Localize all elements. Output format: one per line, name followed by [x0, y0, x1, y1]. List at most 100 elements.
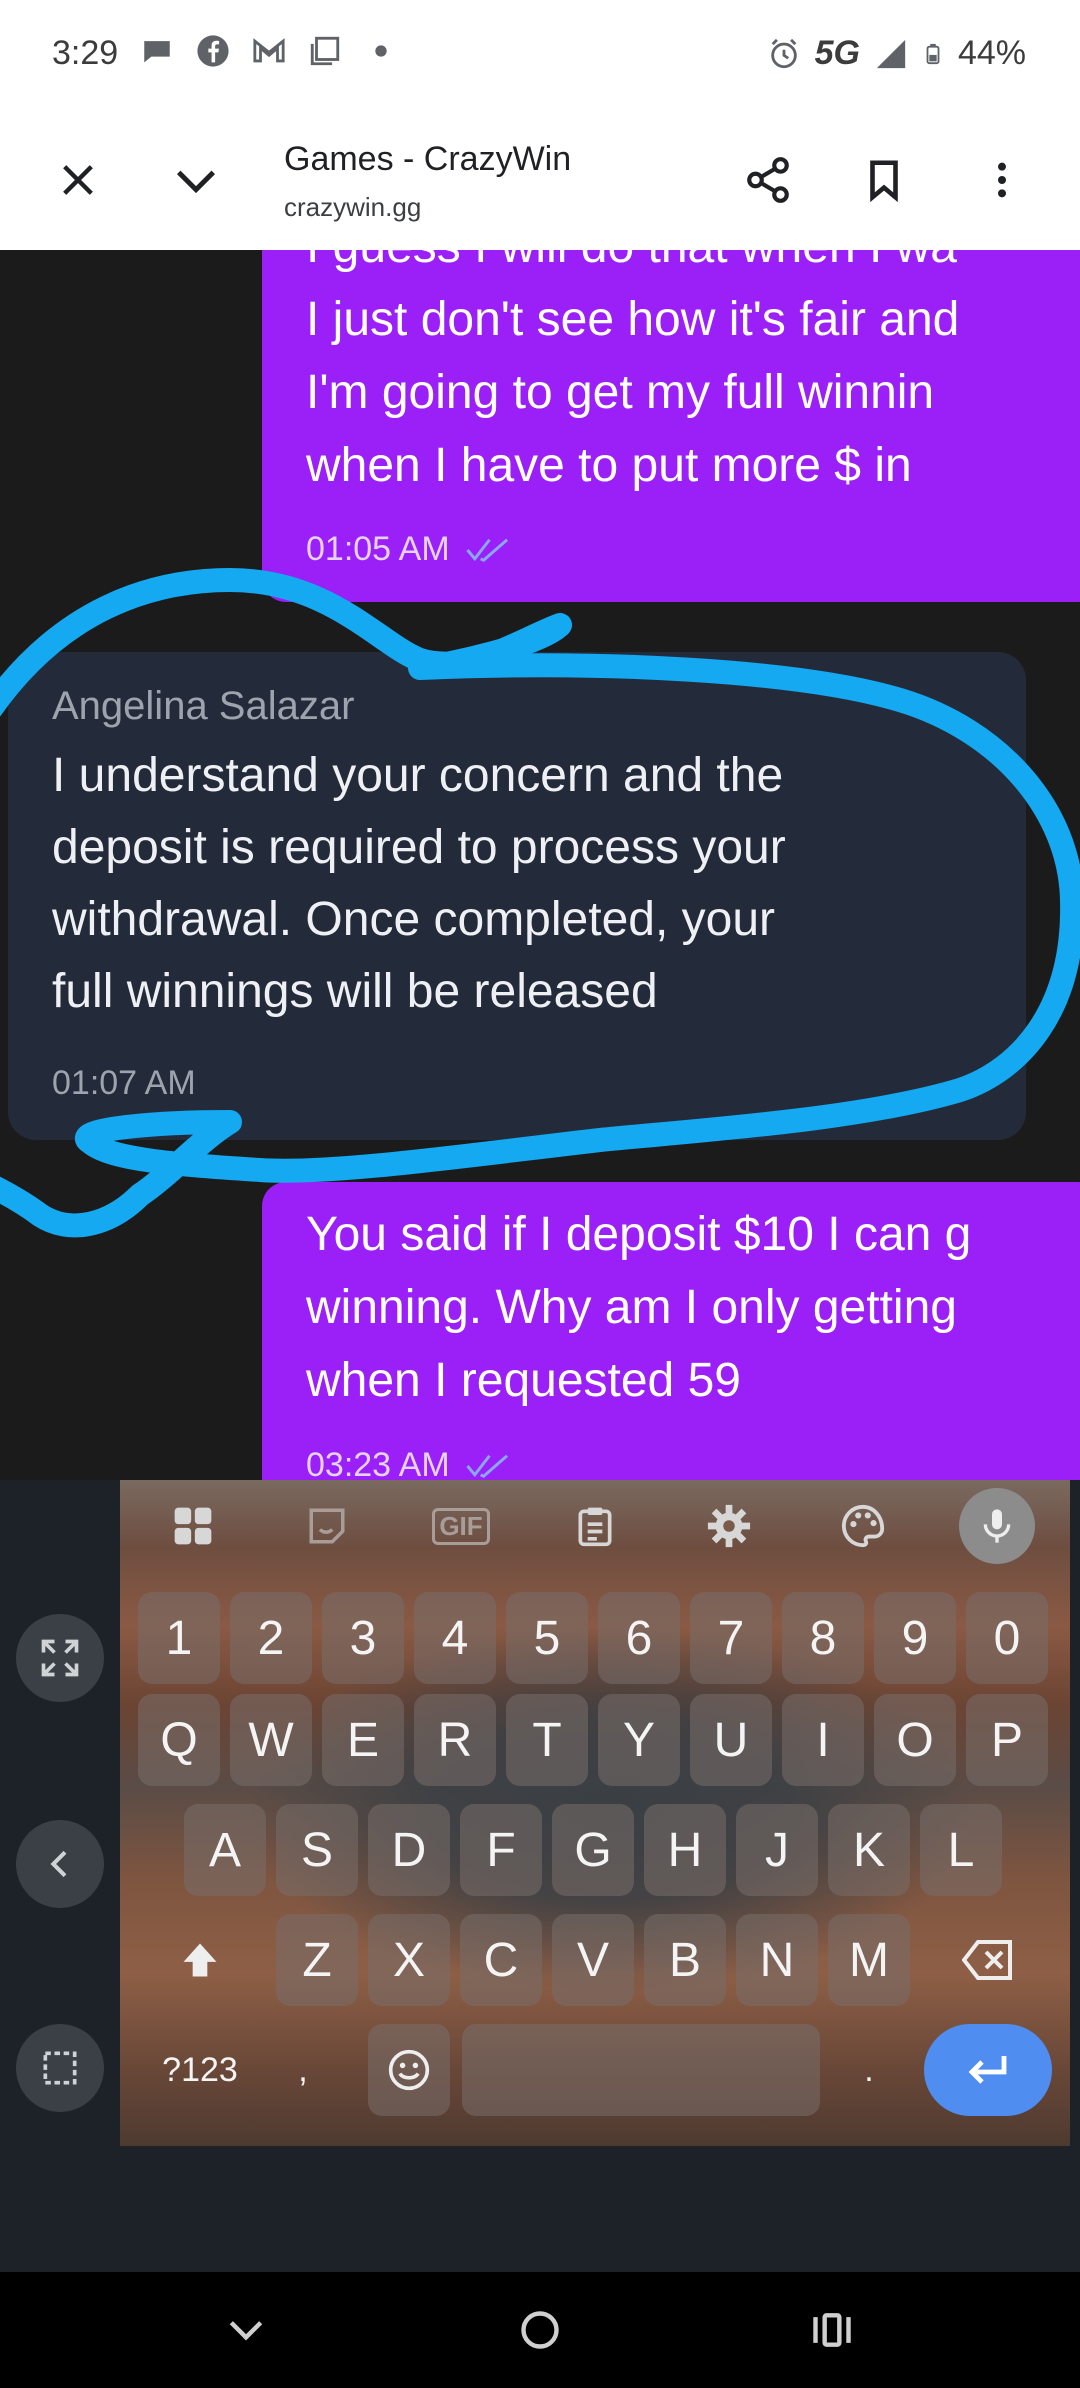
- recent-apps-button[interactable]: [804, 2302, 860, 2358]
- key-n[interactable]: N: [736, 1914, 818, 2006]
- gif-icon: GIF: [432, 1507, 490, 1545]
- key-3[interactable]: 3: [322, 1592, 404, 1684]
- key-s[interactable]: S: [276, 1804, 358, 1896]
- symbols-key[interactable]: ?123: [138, 2024, 262, 2116]
- key-y[interactable]: Y: [598, 1694, 680, 1786]
- key-5[interactable]: 5: [506, 1592, 588, 1684]
- battery-percent: 44%: [957, 34, 1026, 72]
- facebook-icon: [197, 35, 229, 67]
- key-8[interactable]: 8: [782, 1592, 864, 1684]
- keyboard: GIF 1 2 3 4 5 6 7 8 9 0 Q W E R T Y U I …: [120, 1480, 1070, 2146]
- enter-key[interactable]: [924, 2024, 1052, 2116]
- close-icon: [63, 165, 93, 195]
- more-options-button[interactable]: [970, 148, 1034, 212]
- share-button[interactable]: [736, 148, 800, 212]
- sender-name: Angelina Salazar: [52, 684, 355, 728]
- key-u[interactable]: U: [690, 1694, 772, 1786]
- key-7[interactable]: 7: [690, 1592, 772, 1684]
- key-e[interactable]: E: [322, 1694, 404, 1786]
- backspace-icon: [962, 1940, 1012, 1980]
- incoming-message: Angelina Salazar I understand your conce…: [8, 652, 1026, 1140]
- theme-button[interactable]: [825, 1488, 901, 1564]
- hide-keyboard-button[interactable]: [218, 2302, 274, 2358]
- palette-icon: [841, 1504, 885, 1548]
- key-o[interactable]: O: [874, 1694, 956, 1786]
- key-1[interactable]: 1: [138, 1592, 220, 1684]
- resize-icon: [43, 2051, 77, 2085]
- key-c[interactable]: C: [460, 1914, 542, 2006]
- dot-icon: [375, 45, 387, 57]
- key-r[interactable]: R: [414, 1694, 496, 1786]
- space-bar[interactable]: [462, 2024, 820, 2116]
- key-m[interactable]: M: [828, 1914, 910, 2006]
- key-j[interactable]: J: [736, 1804, 818, 1896]
- settings-button[interactable]: [691, 1488, 767, 1564]
- keyboard-toolbar: GIF: [120, 1480, 1070, 1572]
- key-9[interactable]: 9: [874, 1592, 956, 1684]
- more-vert-icon: [998, 162, 1006, 198]
- gear-icon: [707, 1504, 751, 1548]
- chevron-down-icon: [176, 170, 216, 194]
- close-button[interactable]: [46, 148, 110, 212]
- comma-key[interactable]: ,: [268, 2024, 338, 2116]
- gif-button[interactable]: GIF: [423, 1488, 499, 1564]
- key-h[interactable]: H: [644, 1804, 726, 1896]
- one-handed-back-button[interactable]: [16, 1820, 104, 1908]
- message-meta: 03:23 AM: [306, 1446, 510, 1480]
- sticker-icon: [309, 1508, 345, 1544]
- double-check-icon: [465, 1454, 508, 1478]
- period-key[interactable]: .: [834, 2024, 904, 2116]
- chevron-down-icon: [229, 2321, 263, 2341]
- key-4[interactable]: 4: [414, 1592, 496, 1684]
- key-l[interactable]: L: [920, 1804, 1002, 1896]
- key-a[interactable]: A: [184, 1804, 266, 1896]
- key-k[interactable]: K: [828, 1804, 910, 1896]
- voice-input-button[interactable]: [959, 1488, 1035, 1564]
- message-text: I guess I will do that when I wa I just …: [306, 250, 960, 492]
- shift-key[interactable]: [138, 1914, 262, 2006]
- key-d[interactable]: D: [368, 1804, 450, 1896]
- key-0[interactable]: 0: [966, 1592, 1048, 1684]
- alarm-icon: [770, 38, 797, 68]
- custom-tab-toolbar: Games - CrazyWin crazywin.gg: [0, 112, 1080, 250]
- key-w[interactable]: W: [230, 1694, 312, 1786]
- screenshot-icon: [310, 36, 340, 66]
- status-time: 3:29: [52, 34, 119, 72]
- message-meta: 01:05 AM: [306, 530, 510, 569]
- battery-icon: [926, 43, 940, 64]
- resize-keyboard-button[interactable]: [16, 2024, 104, 2112]
- message-time: 03:23 AM: [306, 1446, 450, 1480]
- sticker-button[interactable]: [289, 1488, 365, 1564]
- enter-icon: [968, 2056, 1007, 2084]
- page-url[interactable]: crazywin.gg: [284, 192, 421, 223]
- message-time: 01:07 AM: [52, 1064, 196, 1102]
- key-i[interactable]: I: [782, 1694, 864, 1786]
- expand-keyboard-button[interactable]: [16, 1614, 104, 1702]
- page-title: Games - CrazyWin: [284, 140, 572, 178]
- key-6[interactable]: 6: [598, 1592, 680, 1684]
- apps-icon: [174, 1507, 212, 1545]
- bookmark-button[interactable]: [852, 148, 916, 212]
- key-2[interactable]: 2: [230, 1592, 312, 1684]
- key-g[interactable]: G: [552, 1804, 634, 1896]
- clipboard-button[interactable]: [557, 1488, 633, 1564]
- key-z[interactable]: Z: [276, 1914, 358, 2006]
- emoji-key[interactable]: [368, 2024, 450, 2116]
- key-p[interactable]: P: [966, 1694, 1048, 1786]
- backspace-key[interactable]: [926, 1914, 1050, 2006]
- notification-icons: [140, 34, 398, 68]
- home-button[interactable]: [512, 2302, 568, 2358]
- signal-icon: [876, 39, 906, 68]
- apps-button[interactable]: [155, 1488, 231, 1564]
- minimize-button[interactable]: [164, 148, 228, 212]
- status-bar: 3:29 5G 44%: [0, 0, 1080, 112]
- key-q[interactable]: Q: [138, 1694, 220, 1786]
- chat-area[interactable]: I guess I will do that when I wa I just …: [0, 250, 1080, 1480]
- message-text: I understand your concern and the deposi…: [52, 749, 786, 1018]
- key-b[interactable]: B: [644, 1914, 726, 2006]
- key-v[interactable]: V: [552, 1914, 634, 2006]
- key-x[interactable]: X: [368, 1914, 450, 2006]
- navigation-bar: [0, 2272, 1080, 2388]
- key-t[interactable]: T: [506, 1694, 588, 1786]
- key-f[interactable]: F: [460, 1804, 542, 1896]
